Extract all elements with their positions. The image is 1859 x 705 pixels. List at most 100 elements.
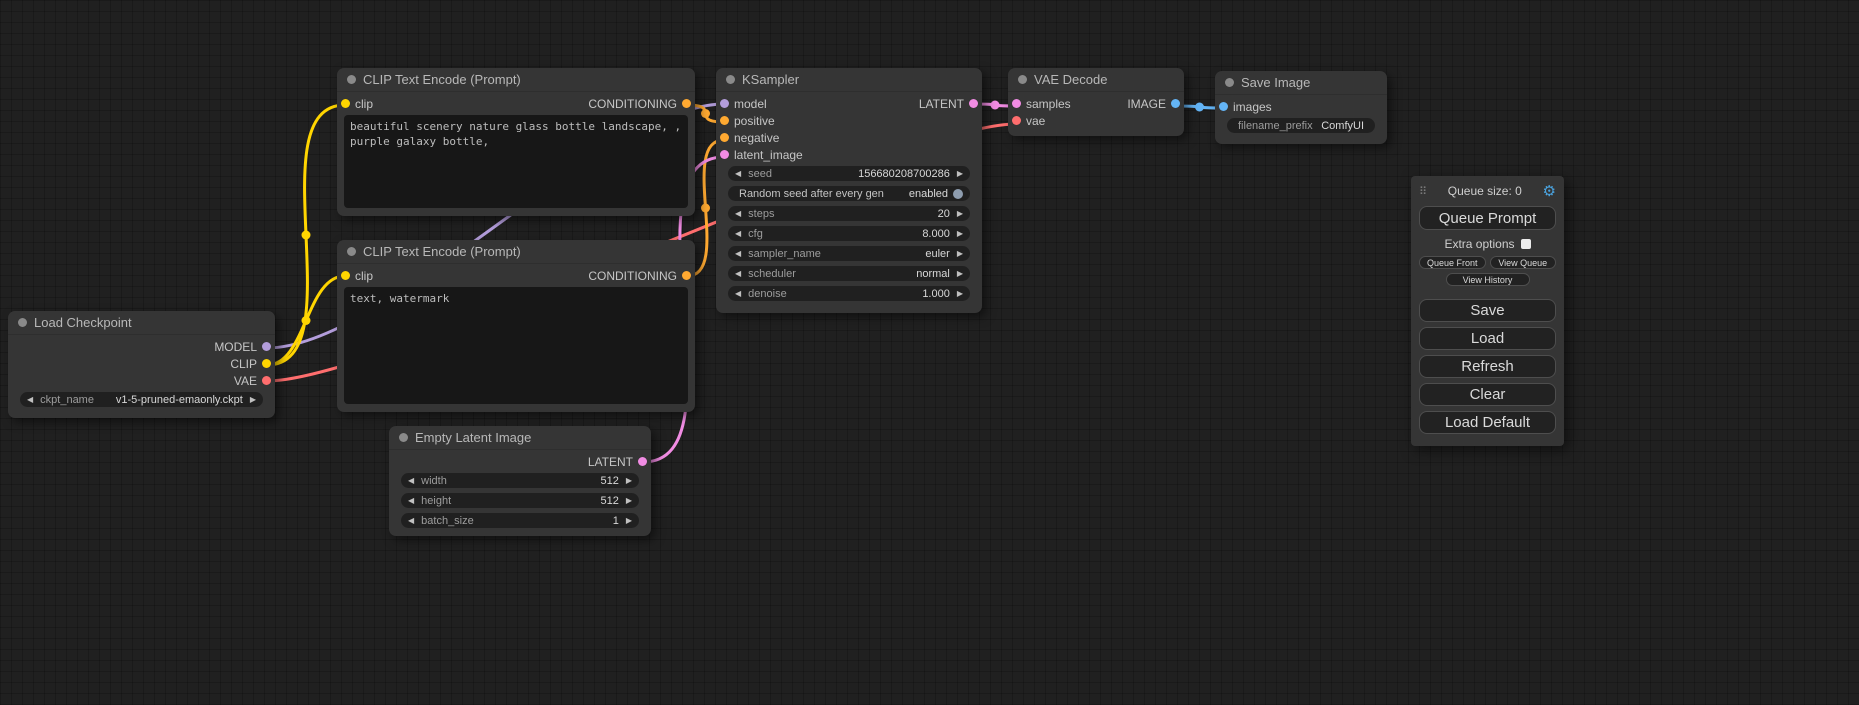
increment-icon[interactable]: ▶ (626, 497, 632, 505)
collapse-dot[interactable] (726, 75, 735, 84)
output-label-conditioning: CONDITIONING (588, 269, 677, 283)
slot-row: LATENT (389, 453, 651, 470)
collapse-dot[interactable] (1018, 75, 1027, 84)
decrement-icon[interactable]: ◀ (735, 270, 741, 278)
positive-prompt-textarea[interactable]: beautiful scenery nature glass bottle la… (344, 115, 688, 208)
load-button[interactable]: Load (1419, 327, 1556, 350)
output-slot-image[interactable] (1171, 99, 1180, 108)
input-slot-positive[interactable] (720, 116, 729, 125)
queue-front-button[interactable]: Queue Front (1419, 256, 1486, 269)
node-ksampler[interactable]: KSampler model LATENT positive negative (716, 68, 982, 313)
queue-prompt-button[interactable]: Queue Prompt (1419, 206, 1556, 230)
node-header[interactable]: Save Image (1215, 71, 1387, 95)
clear-button[interactable]: Clear (1419, 383, 1556, 406)
widget-value: 1 (613, 515, 619, 527)
extra-options-row: Extra options (1419, 237, 1556, 251)
extra-options-checkbox[interactable] (1521, 239, 1531, 249)
decrement-icon[interactable]: ◀ (735, 170, 741, 178)
decrement-icon[interactable]: ◀ (408, 517, 414, 525)
increment-icon[interactable]: ▶ (957, 170, 963, 178)
increment-icon[interactable]: ▶ (957, 250, 963, 258)
input-slot-samples[interactable] (1012, 99, 1021, 108)
widget-sampler-name[interactable]: ◀ sampler_name euler ▶ (728, 246, 970, 261)
input-slot-model[interactable] (720, 99, 729, 108)
input-slot-latent-image[interactable] (720, 150, 729, 159)
increment-icon[interactable]: ▶ (626, 517, 632, 525)
increment-icon[interactable]: ▶ (957, 210, 963, 218)
node-title: KSampler (742, 72, 799, 87)
decrement-icon[interactable]: ◀ (408, 477, 414, 485)
increment-icon[interactable]: ▶ (957, 230, 963, 238)
widget-value: 1.000 (922, 288, 950, 300)
refresh-button[interactable]: Refresh (1419, 355, 1556, 378)
input-slot-vae[interactable] (1012, 116, 1021, 125)
save-button[interactable]: Save (1419, 299, 1556, 322)
increment-icon[interactable]: ▶ (250, 396, 256, 404)
toggle-knob-icon[interactable] (953, 189, 963, 199)
widget-filename-prefix[interactable]: filename_prefix ComfyUI (1227, 118, 1375, 133)
negative-prompt-textarea[interactable]: text, watermark (344, 287, 688, 404)
load-default-button[interactable]: Load Default (1419, 411, 1556, 434)
widget-height[interactable]: ◀ height 512 ▶ (401, 493, 639, 508)
widget-scheduler[interactable]: ◀ scheduler normal ▶ (728, 266, 970, 281)
decrement-icon[interactable]: ◀ (735, 230, 741, 238)
node-title: CLIP Text Encode (Prompt) (363, 244, 521, 259)
node-save-image[interactable]: Save Image images filename_prefix ComfyU… (1215, 71, 1387, 144)
collapse-dot[interactable] (347, 247, 356, 256)
node-clip-text-encode-negative[interactable]: CLIP Text Encode (Prompt) clip CONDITION… (337, 240, 695, 412)
decrement-icon[interactable]: ◀ (27, 396, 33, 404)
input-label-images: images (1233, 100, 1272, 114)
increment-icon[interactable]: ▶ (957, 290, 963, 298)
node-empty-latent-image[interactable]: Empty Latent Image LATENT ◀ width 512 ▶ … (389, 426, 651, 536)
settings-gear-icon[interactable]: ⚙ (1543, 184, 1556, 199)
input-slot-clip[interactable] (341, 99, 350, 108)
collapse-dot[interactable] (18, 318, 27, 327)
view-queue-button[interactable]: View Queue (1490, 256, 1557, 269)
output-slot-conditioning[interactable] (682, 99, 691, 108)
node-vae-decode[interactable]: VAE Decode samples IMAGE vae (1008, 68, 1184, 136)
widget-value: 20 (938, 208, 950, 220)
decrement-icon[interactable]: ◀ (408, 497, 414, 505)
decrement-icon[interactable]: ◀ (735, 250, 741, 258)
node-clip-text-encode-positive[interactable]: CLIP Text Encode (Prompt) clip CONDITION… (337, 68, 695, 216)
widget-label: filename_prefix (1238, 120, 1313, 132)
slot-row: CLIP (8, 355, 275, 372)
input-label-positive: positive (734, 114, 775, 128)
widget-ckpt-name[interactable]: ◀ ckpt_name v1-5-pruned-emaonly.ckpt ▶ (20, 392, 263, 407)
increment-icon[interactable]: ▶ (626, 477, 632, 485)
node-header[interactable]: Load Checkpoint (8, 311, 275, 335)
collapse-dot[interactable] (347, 75, 356, 84)
widget-seed[interactable]: ◀ seed 156680208700286 ▶ (728, 166, 970, 181)
output-slot-vae[interactable] (262, 376, 271, 385)
slot-row: vae (1008, 112, 1184, 129)
node-header[interactable]: Empty Latent Image (389, 426, 651, 450)
decrement-icon[interactable]: ◀ (735, 210, 741, 218)
slot-row: clip CONDITIONING (337, 267, 695, 284)
decrement-icon[interactable]: ◀ (735, 290, 741, 298)
node-header[interactable]: CLIP Text Encode (Prompt) (337, 240, 695, 264)
output-slot-model[interactable] (262, 342, 271, 351)
widget-steps[interactable]: ◀ steps 20 ▶ (728, 206, 970, 221)
node-header[interactable]: KSampler (716, 68, 982, 92)
output-slot-latent[interactable] (638, 457, 647, 466)
drag-handle-icon[interactable]: ⠿ (1419, 185, 1427, 198)
node-load-checkpoint[interactable]: Load Checkpoint MODEL CLIP VAE ◀ ckpt_na… (8, 311, 275, 418)
input-slot-negative[interactable] (720, 133, 729, 142)
collapse-dot[interactable] (399, 433, 408, 442)
view-history-button[interactable]: View History (1446, 273, 1530, 286)
widget-denoise[interactable]: ◀ denoise 1.000 ▶ (728, 286, 970, 301)
node-header[interactable]: VAE Decode (1008, 68, 1184, 92)
widget-cfg[interactable]: ◀ cfg 8.000 ▶ (728, 226, 970, 241)
output-slot-latent[interactable] (969, 99, 978, 108)
input-slot-images[interactable] (1219, 102, 1228, 111)
increment-icon[interactable]: ▶ (957, 270, 963, 278)
output-slot-clip[interactable] (262, 359, 271, 368)
collapse-dot[interactable] (1225, 78, 1234, 87)
input-slot-clip[interactable] (341, 271, 350, 280)
output-slot-conditioning[interactable] (682, 271, 691, 280)
widget-random-seed-toggle[interactable]: Random seed after every gen enabled (728, 186, 970, 201)
node-header[interactable]: CLIP Text Encode (Prompt) (337, 68, 695, 92)
output-label-clip: CLIP (230, 357, 257, 371)
widget-batch-size[interactable]: ◀ batch_size 1 ▶ (401, 513, 639, 528)
widget-width[interactable]: ◀ width 512 ▶ (401, 473, 639, 488)
